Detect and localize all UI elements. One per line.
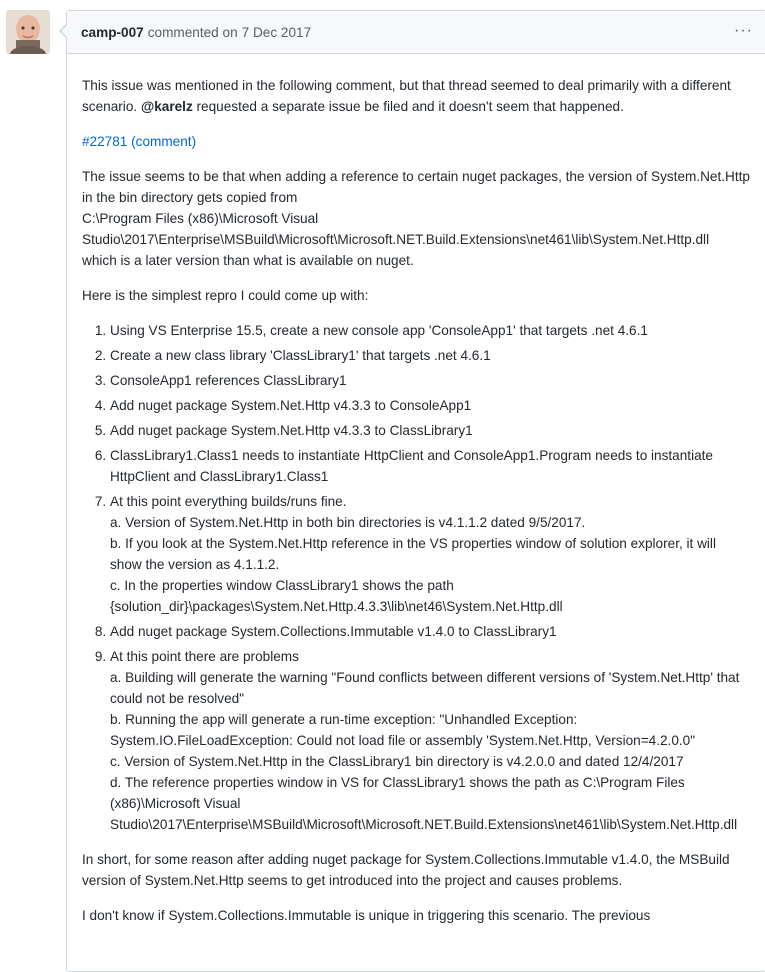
list-item: Add nuget package System.Net.Http v4.3.3… bbox=[110, 395, 751, 416]
sub-item: a. Version of System.Net.Http in both bi… bbox=[110, 515, 586, 530]
user-mention-link[interactable]: @karelz bbox=[141, 99, 193, 114]
sub-item: b. If you look at the System.Net.Http re… bbox=[110, 536, 716, 572]
msbuild-path: C:\Program Files (x86)\Microsoft Visual … bbox=[82, 211, 710, 247]
comment-header: camp-007 commented on 7 Dec 2017 ··· bbox=[67, 11, 765, 54]
kebab-horizontal-icon[interactable]: ··· bbox=[734, 23, 753, 39]
list-item-step-7: At this point everything builds/runs fin… bbox=[110, 491, 751, 617]
intro-text-end: requested a separate issue be filed and … bbox=[192, 99, 624, 114]
description-paragraph: The issue seems to be that when adding a… bbox=[82, 166, 751, 271]
sub-item: b. Running the app will generate a run-t… bbox=[110, 712, 578, 727]
list-item: Add nuget package System.Net.Http v4.3.3… bbox=[110, 420, 751, 441]
list-item: ConsoleApp1 references ClassLibrary1 bbox=[110, 370, 751, 391]
closing-paragraph: I don't know if System.Collections.Immut… bbox=[82, 908, 651, 923]
list-item-text: At this point everything builds/runs fin… bbox=[110, 494, 347, 509]
description-text: The issue seems to be that when adding a… bbox=[82, 169, 750, 205]
sub-item: System.IO.FileLoadException: Could not l… bbox=[110, 733, 696, 748]
list-item: Using VS Enterprise 15.5, create a new c… bbox=[110, 320, 751, 341]
avatar[interactable] bbox=[6, 10, 50, 54]
comment-date[interactable]: 7 Dec 2017 bbox=[242, 25, 312, 40]
list-item: Add nuget package System.Collections.Imm… bbox=[110, 621, 751, 642]
summary-paragraph: In short, for some reason after adding n… bbox=[82, 852, 730, 888]
repro-intro: Here is the simplest repro I could come … bbox=[82, 288, 369, 303]
sub-item: c. Version of System.Net.Http in the Cla… bbox=[110, 754, 684, 769]
comment-author-link[interactable]: camp-007 bbox=[81, 25, 144, 40]
intro-paragraph: This issue was mentioned in the followin… bbox=[82, 75, 751, 117]
list-item-text: At this point there are problems bbox=[110, 649, 299, 664]
comment-body: This issue was mentioned in the followin… bbox=[67, 75, 765, 926]
list-item-step-9: At this point there are problems a. Buil… bbox=[110, 646, 751, 835]
comment-action: commented on bbox=[147, 24, 238, 40]
sub-item: d. The reference properties window in VS… bbox=[110, 775, 738, 832]
list-item: Create a new class library 'ClassLibrary… bbox=[110, 345, 751, 366]
list-item: ClassLibrary1.Class1 needs to instantiat… bbox=[110, 445, 751, 487]
sub-item: c. In the properties window ClassLibrary… bbox=[110, 578, 454, 593]
reference-paragraph: #22781 (comment) bbox=[82, 131, 751, 152]
issue-reference-link[interactable]: #22781 (comment) bbox=[82, 134, 196, 149]
comment-box: camp-007 commented on 7 Dec 2017 ··· Thi… bbox=[59, 10, 765, 972]
repro-steps-list: Using VS Enterprise 15.5, create a new c… bbox=[82, 320, 751, 835]
description-tail: which is a later version than what is av… bbox=[82, 253, 414, 268]
sub-item: a. Building will generate the warning "F… bbox=[110, 670, 740, 706]
avatar-image bbox=[6, 10, 50, 54]
sub-item: {solution_dir}\packages\System.Net.Http.… bbox=[110, 599, 563, 614]
